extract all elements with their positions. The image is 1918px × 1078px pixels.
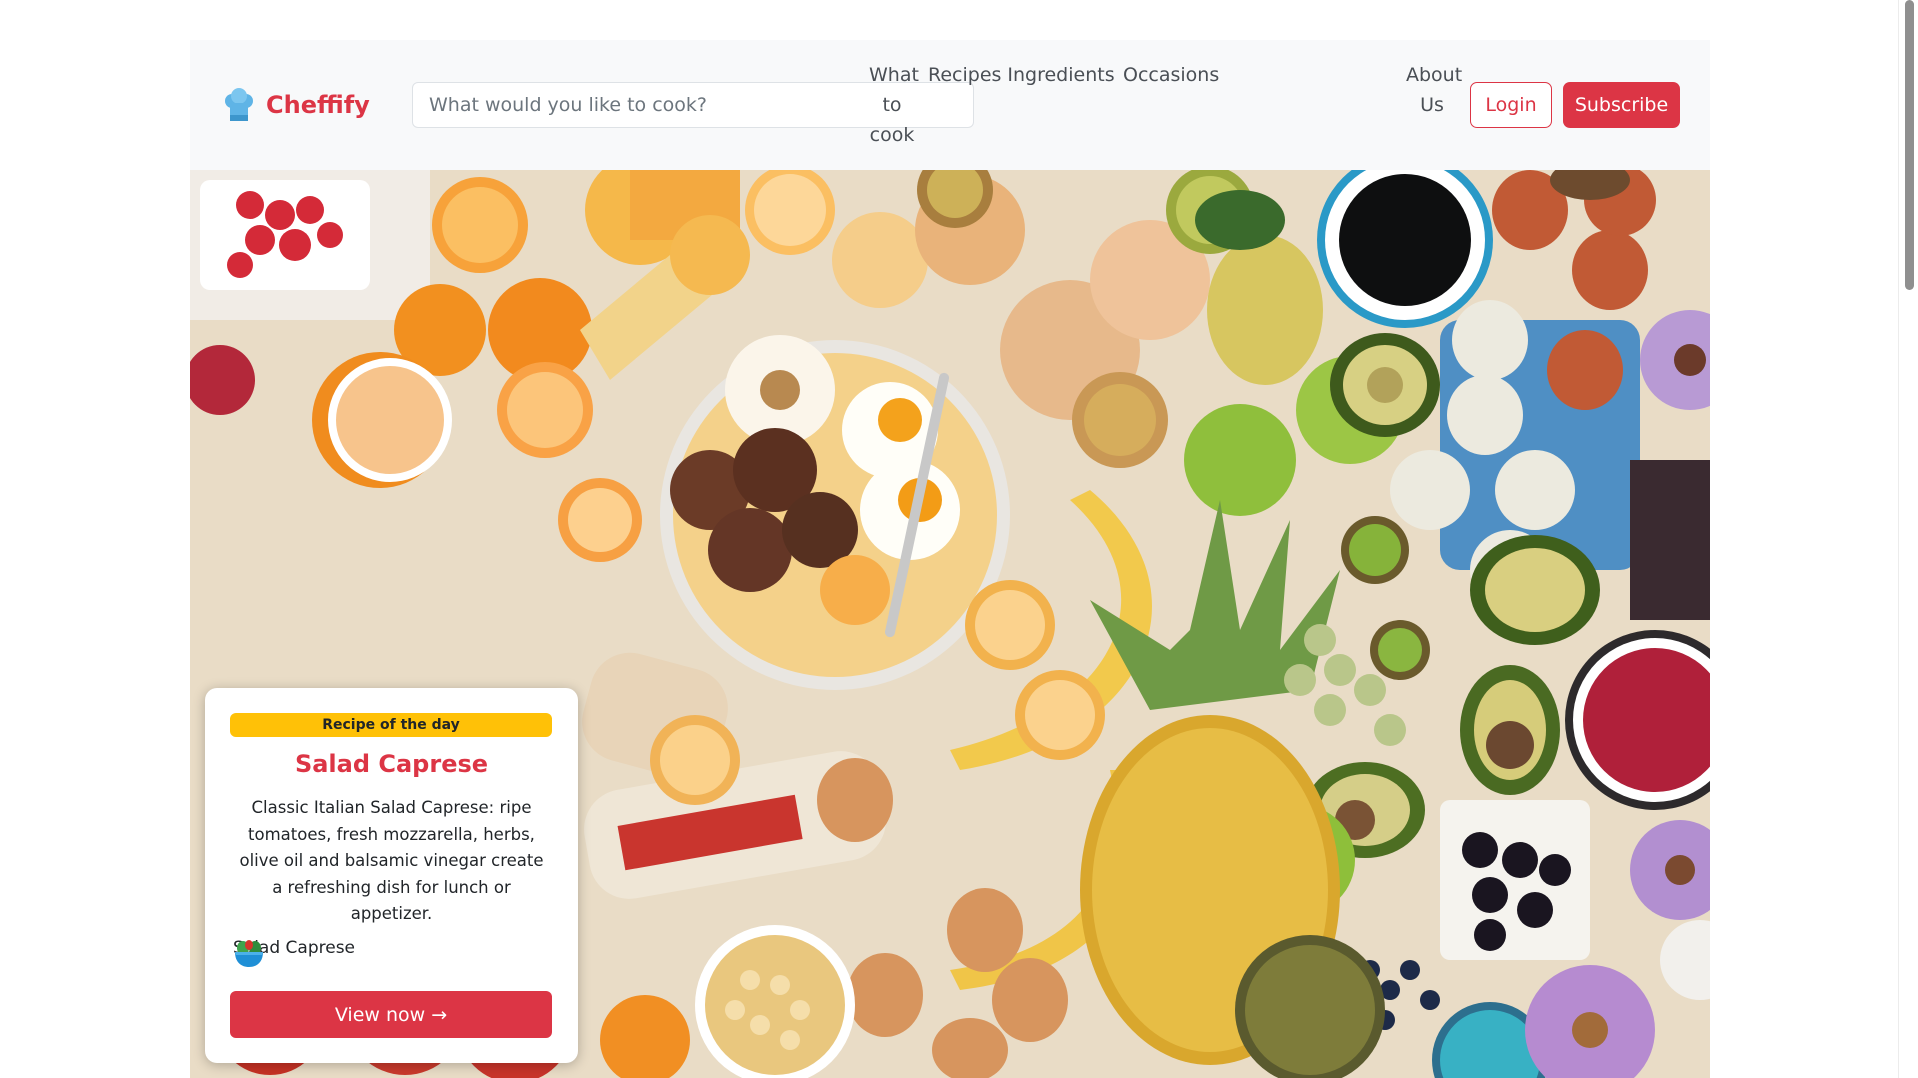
salad-bowl-icon <box>235 940 263 967</box>
page-scrollbar[interactable] <box>1898 0 1918 1078</box>
subscribe-button[interactable]: Subscribe <box>1563 82 1680 128</box>
recipe-of-the-day-card: Recipe of the day Salad Caprese Classic … <box>205 688 578 1063</box>
recipe-author: Salad Caprese <box>233 938 355 967</box>
page-container: Cheffify What to cook Recipes Ingredient… <box>190 40 1710 1078</box>
scrollbar-thumb[interactable] <box>1905 0 1914 290</box>
nav-what-to-cook[interactable]: What to cook <box>869 60 919 150</box>
nav-occasions[interactable]: Occasions <box>1123 60 1219 90</box>
recipe-description: Classic Italian Salad Caprese: ripe toma… <box>239 798 544 923</box>
nav-ingredients[interactable]: Ingredients <box>1005 60 1117 90</box>
nav-about-us[interactable]: About Us <box>1406 60 1462 120</box>
login-button[interactable]: Login <box>1470 82 1552 128</box>
recipe-of-the-day-badge: Recipe of the day <box>230 713 552 737</box>
chef-hat-icon <box>225 88 253 121</box>
view-now-button[interactable]: View now → <box>230 991 552 1038</box>
nav-recipes[interactable]: Recipes <box>928 60 1001 90</box>
brand-name: Cheffify <box>266 91 370 119</box>
recipe-title: Salad Caprese <box>294 750 489 778</box>
hero-section: Recipe of the day Salad Caprese Classic … <box>190 170 1710 1078</box>
brand-link[interactable]: Cheffify <box>224 87 370 123</box>
navbar: Cheffify What to cook Recipes Ingredient… <box>190 40 1710 170</box>
